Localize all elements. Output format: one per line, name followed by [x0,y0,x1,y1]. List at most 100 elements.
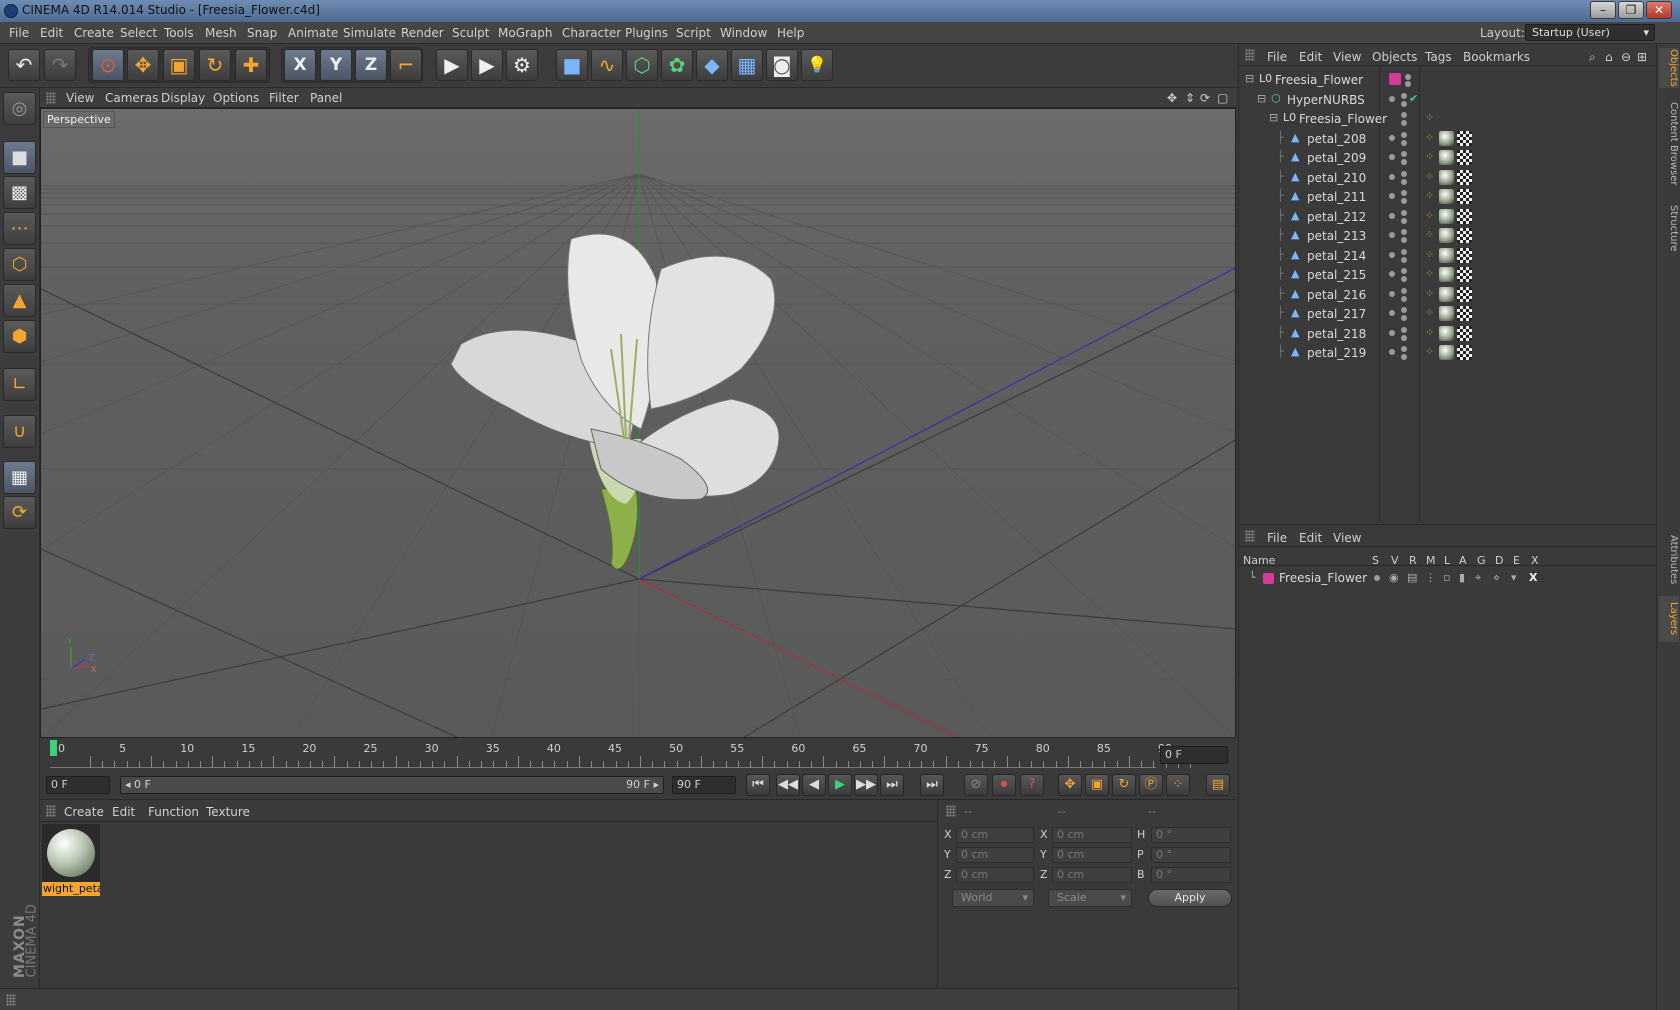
editor-visibility-dot[interactable] [1389,251,1395,258]
uvw-tag-icon[interactable] [1457,247,1472,263]
layout-dropdown[interactable]: Startup (User) ▾ [1525,24,1655,41]
uvw-tag-icon[interactable] [1457,169,1472,185]
editor-visibility-dot[interactable] [1401,131,1407,138]
editor-visibility-dot[interactable] [1401,209,1407,216]
object-row[interactable]: ├ ▲ petal_209 ⁘ [1239,148,1657,168]
object-row[interactable]: ├ ▲ petal_213 ⁘ [1239,226,1657,246]
key-move-icon[interactable]: ✥ [1058,774,1082,796]
layer-row-freesia-flower[interactable]: └ Freesia_Flower ◉ ▤ ⋮ ▫ ▮ ⌖ ⋄ ▾ X [1239,569,1657,589]
planar-workplane-button[interactable]: ⟳ [3,496,36,529]
om-menu-edit[interactable]: Edit [1299,50,1322,64]
editor-visibility-dot[interactable] [1401,346,1407,352]
expand-icon[interactable]: ⊟ [1257,92,1266,105]
new-panel-icon[interactable]: ⊞ [1637,50,1647,64]
render-visibility-dot[interactable] [1405,81,1411,87]
render-visibility-dot[interactable] [1401,178,1407,185]
uvw-tag-icon[interactable] [1457,306,1472,321]
object-row-hypernurbs[interactable]: ⊟ ⬡ HyperNURBS ✔ [1239,90,1657,110]
material-tag-icon[interactable] [1439,247,1454,263]
phong-tag-icon[interactable]: ⁘ [1425,306,1434,319]
editor-visibility-dot[interactable] [1401,93,1407,99]
menu-create[interactable]: Create [74,26,114,40]
menu-character[interactable]: Character [562,26,621,40]
editor-visibility-dot[interactable] [1389,349,1395,355]
close-button[interactable]: ✕ [1646,1,1672,19]
add-button[interactable]: ✚ [235,49,267,81]
vp-menu-display[interactable]: Display [161,91,205,105]
coord-type-dropdown[interactable]: Scale ▾ [1048,889,1132,907]
rot-b-field[interactable]: 0 ° [1151,867,1231,883]
mat-menu-function[interactable]: Function [148,805,199,819]
live-selection-button[interactable]: ⊙ [92,49,124,81]
editor-visibility-dot[interactable] [1389,232,1395,238]
deformer-icon[interactable]: ⋄ [1493,571,1500,584]
size-x-field[interactable]: 0 cm [1052,827,1132,843]
col-visible[interactable]: V [1391,554,1399,567]
array-button[interactable]: ✿ [661,49,693,81]
col-name[interactable]: Name [1243,554,1275,567]
light-button[interactable]: 💡 [801,49,833,81]
editor-visibility-dot[interactable] [1401,307,1407,313]
eye-icon[interactable]: ◉ [1389,571,1399,584]
material-tag-icon[interactable] [1439,169,1454,185]
menu-tools[interactable]: Tools [164,26,194,40]
render-visibility-dot[interactable] [1401,120,1407,126]
expand-icon[interactable]: ⊟ [1269,111,1278,124]
menu-plugins[interactable]: Plugins [625,26,668,40]
phong-tag-icon[interactable]: ⁘ [1425,170,1434,183]
tab-structure[interactable]: Structure [1659,200,1679,256]
menu-simulate[interactable]: Simulate [343,26,396,40]
timeline[interactable]: 051015202530354045505560657075808590 0 F [40,740,1236,770]
editor-visibility-dot[interactable] [1401,229,1407,235]
prev-frame-button[interactable]: ◀ [802,774,826,796]
polygons-mode-button[interactable]: ⬢ [3,320,36,353]
render-visibility-dot[interactable] [1401,198,1407,204]
render-visibility-dot[interactable] [1401,295,1407,302]
vp-menu-options[interactable]: Options [213,91,259,105]
next-key-button[interactable]: ⏭ [880,774,904,796]
col-render[interactable]: R [1409,554,1417,567]
collapse-icon[interactable]: ⊖ [1621,50,1631,64]
material-tag-icon[interactable] [1439,306,1454,321]
xref-icon[interactable]: X [1529,571,1537,584]
uvw-tag-icon[interactable] [1457,150,1472,165]
manager-icon[interactable]: ⋮ [1425,571,1436,584]
object-row[interactable]: ├ ▲ petal_211 ⁘ [1239,187,1657,207]
editor-visibility-dot[interactable] [1389,329,1395,336]
key-pla-icon[interactable]: ⁘ [1166,774,1190,796]
tab-layers[interactable]: Layers [1659,596,1679,642]
uvw-tag-icon[interactable] [1457,286,1472,302]
uvw-tag-icon[interactable] [1457,325,1472,341]
om-menu-objects[interactable]: Objects [1372,50,1417,64]
object-row[interactable]: ├ ▲ petal_217 ⁘ [1239,304,1657,324]
editor-visibility-dot[interactable] [1389,154,1395,160]
editor-visibility-dot[interactable] [1389,290,1395,297]
render-picture-viewer-button[interactable]: ▶ [471,49,503,81]
end-frame-field[interactable]: 90 F [672,776,736,794]
col-generators[interactable]: G [1477,554,1486,567]
om-menu-bookmarks[interactable]: Bookmarks [1463,50,1530,64]
perspective-viewport[interactable]: Perspective Y Z X [40,108,1236,738]
render-visibility-dot[interactable] [1401,334,1407,341]
edges-mode-button[interactable]: ▲ [3,284,36,317]
render-icon[interactable]: ▤ [1407,571,1417,584]
object-row[interactable]: ├ ▲ petal_214 ⁘ [1239,246,1657,266]
menu-animate[interactable]: Animate [288,26,338,40]
phong-tag-icon[interactable]: ⁘ [1425,287,1434,300]
phong-tag-icon[interactable]: ⁘ [1425,209,1434,222]
mat-menu-edit[interactable]: Edit [112,805,135,819]
search-icon[interactable]: ⌕ [1589,50,1596,65]
uvw-tag-icon[interactable] [1457,267,1472,282]
editor-visibility-dot[interactable] [1389,212,1395,219]
snapping-button[interactable]: ∪ [3,415,36,448]
uvw-tag-icon[interactable] [1457,208,1472,224]
menu-edit[interactable]: Edit [40,26,63,40]
key-scale-icon[interactable]: ▣ [1085,774,1109,796]
goto-end-button[interactable]: ⏭ [920,774,944,796]
editor-visibility-dot[interactable] [1389,96,1395,102]
texture-mode-button[interactable]: ▩ [3,176,36,209]
phong-tag-icon[interactable]: ⁘ [1425,267,1434,280]
key-rotate-icon[interactable]: ↻ [1112,774,1136,796]
editor-visibility-dot[interactable] [1401,326,1407,333]
col-xrefs[interactable]: X [1531,554,1539,567]
